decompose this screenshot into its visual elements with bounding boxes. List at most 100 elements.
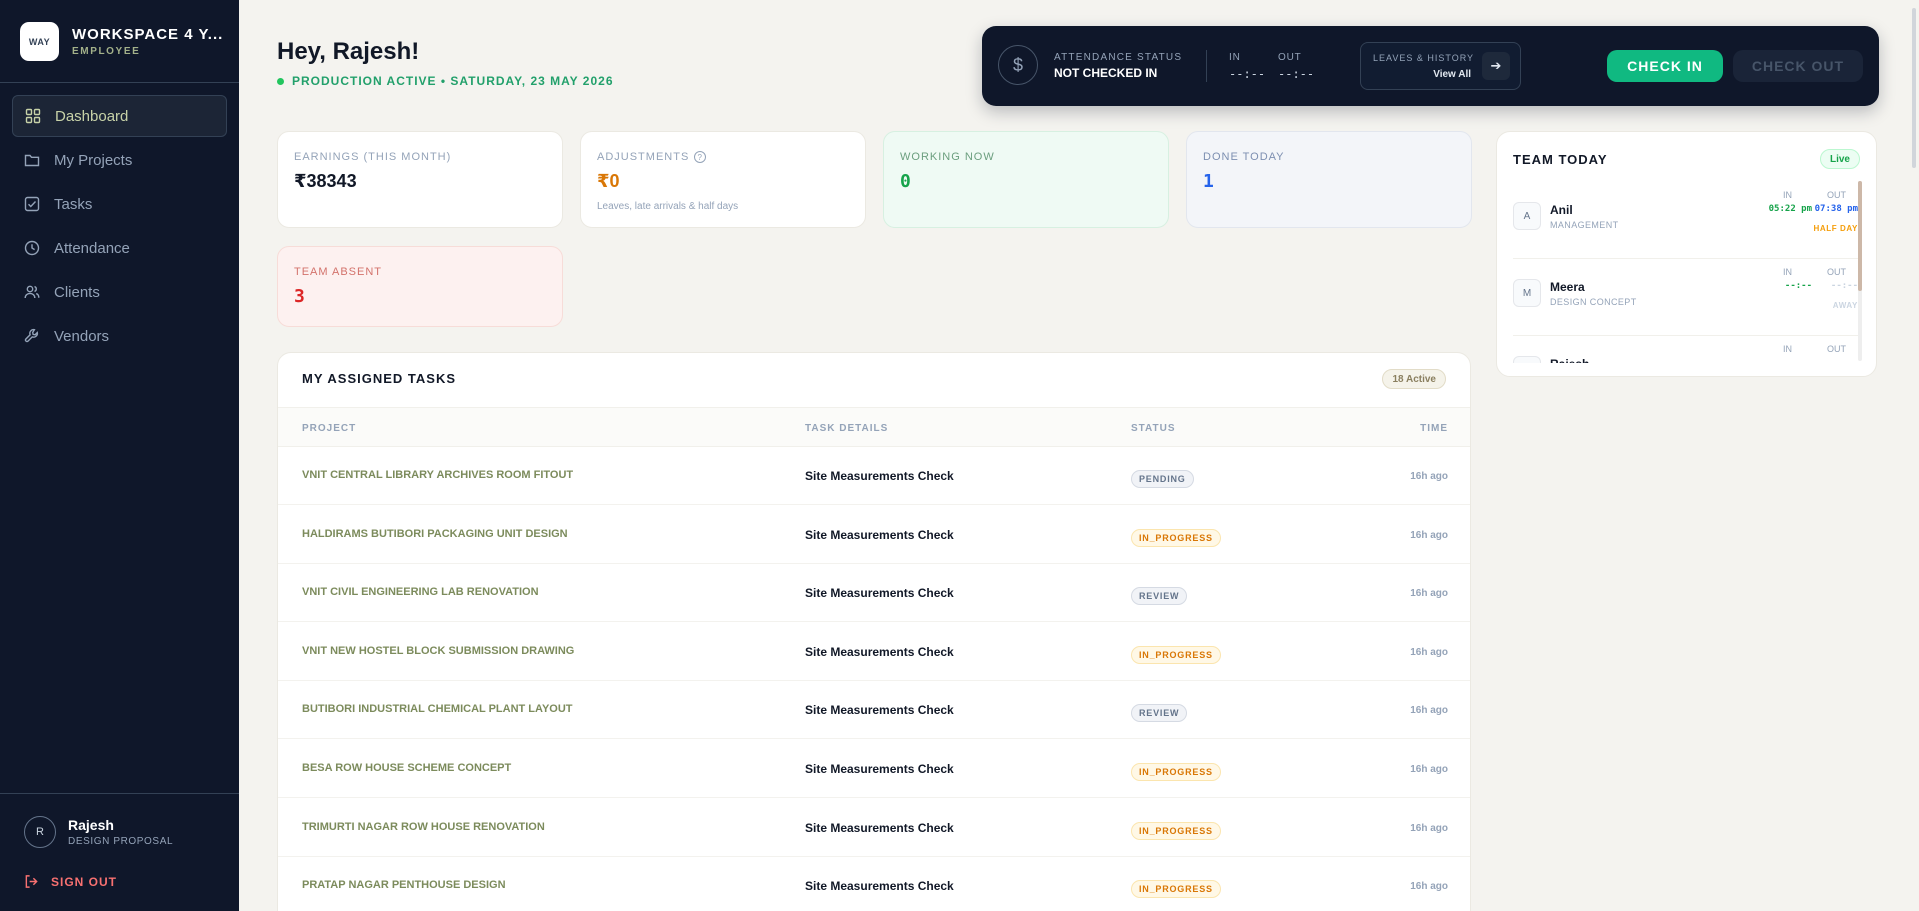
logout-icon [24,874,39,889]
member-department: DESIGN CONCEPT [1550,297,1637,307]
attendance-bar: $ ATTENDANCE STATUS NOT CHECKED IN IN --… [982,26,1879,106]
task-project[interactable]: BUTIBORI INDUSTRIAL CHEMICAL PLANT LAYOU… [302,703,573,715]
task-project[interactable]: TRIMURTI NAGAR ROW HOUSE RENOVATION [302,821,545,833]
done-today-label: DONE TODAY [1203,151,1285,163]
member-out-time: 07:38 pm [1814,204,1858,214]
table-row[interactable]: TRIMURTI NAGAR ROW HOUSE RENOVATION Site … [278,799,1470,857]
status-badge: IN_PROGRESS [1131,763,1221,781]
table-row[interactable]: VNIT CIVIL ENGINEERING LAB RENOVATION Sit… [278,564,1470,623]
sidebar-item-tasks[interactable]: Tasks [12,183,227,225]
earnings-card: EARNINGS (THIS MONTH) ₹38343 [277,131,563,228]
task-time: 16h ago [1410,705,1448,717]
status-badge: IN_PROGRESS [1131,821,1221,840]
sidebar-item-label: Attendance [54,239,130,257]
avatar: A [1513,202,1541,230]
column-task-details: TASK DETAILS [805,423,889,434]
status-badge: IN_PROGRESS [1131,880,1221,899]
grid-icon [25,108,41,124]
team-scrollbar-thumb[interactable] [1858,181,1862,291]
task-project[interactable]: VNIT NEW HOSTEL BLOCK SUBMISSION DRAWING [302,645,574,657]
assigned-tasks-panel: MY ASSIGNED TASKS 18 Active PROJECT TASK… [277,352,1471,911]
out-label: OUT [1278,52,1302,63]
adjustments-label: ADJUSTMENTS [597,151,690,163]
live-badge: Live [1819,149,1860,169]
checkbox-icon [24,196,40,212]
sidebar-item-attendance[interactable]: Attendance [12,227,227,269]
task-project[interactable]: HALDIRAMS BUTIBORI PACKAGING UNIT DESIGN [302,528,568,540]
column-project: PROJECT [302,423,357,434]
task-details: Site Measurements Check [805,586,954,601]
task-project[interactable]: BESA ROW HOUSE SCHEME CONCEPT [302,762,511,774]
sidebar-item-clients[interactable]: Clients [12,271,227,313]
status-badge: REVIEW [1131,704,1188,723]
team-absent-card: TEAM ABSENT 3 [277,246,563,327]
sidebar-item-my-projects[interactable]: My Projects [12,139,227,181]
table-row[interactable]: BESA ROW HOUSE SCHEME CONCEPT Site Measur… [278,740,1470,798]
sidebar-divider [0,82,239,83]
check-out-button[interactable]: CHECK OUT [1733,50,1863,82]
task-details: Site Measurements Check [805,644,954,659]
task-details: Site Measurements Check [805,762,954,776]
sign-out-label: SIGN OUT [51,874,118,889]
sidebar-nav: Dashboard My Projects Tasks Attendance C… [12,95,227,359]
table-row[interactable]: PRATAP NAGAR PENTHOUSE DESIGN Site Measur… [278,857,1470,911]
team-today-title: TEAM TODAY [1513,152,1608,167]
status-badge: IN_PROGRESS [1131,645,1221,664]
avatar: R [24,816,56,848]
member-out-label: OUT [1827,190,1846,200]
brand-logo: WAY [20,22,59,61]
task-time: 16h ago [1410,588,1448,600]
team-member[interactable]: Rajesh IN OUT [1513,336,1858,363]
team-member-list[interactable]: A Anil MANAGEMENT IN OUT 05:22 pm 07:38 pm HALF… [1513,182,1858,363]
member-name: Anil [1550,203,1573,217]
table-row[interactable]: VNIT NEW HOSTEL BLOCK SUBMISSION DRAWING… [278,623,1470,681]
table-header: PROJECT TASK DETAILS STATUS TIME [278,407,1470,447]
member-in-label: IN [1783,344,1792,354]
dollar-icon: $ [998,45,1038,85]
column-status: STATUS [1131,423,1176,434]
member-status-flag: AWAY [1832,301,1858,310]
wrench-icon [24,328,40,344]
task-project[interactable]: VNIT CENTRAL LIBRARY ARCHIVES ROOM FITOU… [302,469,573,481]
task-details: Site Measurements Check [805,703,954,718]
task-project[interactable]: PRATAP NAGAR PENTHOUSE DESIGN [302,879,506,891]
done-today-value: 1 [1203,171,1214,192]
sign-out-button[interactable]: SIGN OUT [24,874,117,889]
team-scrollbar[interactable] [1858,181,1862,361]
working-now-card: WORKING NOW 0 [883,131,1169,228]
leaves-history-button[interactable]: LEAVES & HISTORY View All ➔ [1360,42,1521,90]
table-row[interactable]: VNIT CENTRAL LIBRARY ARCHIVES ROOM FITOU… [278,447,1470,505]
task-project[interactable]: VNIT CIVIL ENGINEERING LAB RENOVATION [302,586,539,598]
page-scrollbar[interactable] [1912,8,1916,168]
user-role: DESIGN PROPOSAL [68,836,174,847]
clock-icon [24,240,40,256]
help-icon[interactable]: ? [694,151,707,163]
avatar: M [1513,279,1541,307]
status-badge: IN_PROGRESS [1131,528,1221,547]
earnings-label: EARNINGS (THIS MONTH) [294,151,452,163]
in-time: --:-- [1229,67,1266,81]
team-member[interactable]: A Anil MANAGEMENT IN OUT 05:22 pm 07:38 pm HALF… [1513,182,1858,259]
sidebar-item-vendors[interactable]: Vendors [12,315,227,357]
task-details: Site Measurements Check [805,469,954,483]
member-out-label: OUT [1827,344,1846,354]
member-in-time: --:-- [1784,281,1812,291]
avatar [1513,356,1541,363]
production-status-text: PRODUCTION ACTIVE • SATURDAY, 23 MAY 202… [292,74,614,88]
sidebar-item-dashboard[interactable]: Dashboard [12,95,227,137]
table-row[interactable]: BUTIBORI INDUSTRIAL CHEMICAL PLANT LAYOU… [278,681,1470,740]
adjustments-card: ADJUSTMENTS ? ₹0 Leaves, late arrivals &… [580,131,866,228]
task-time: 16h ago [1410,646,1448,658]
brand[interactable]: WAY WORKSPACE 4 Y... EMPLOYEE [20,22,223,61]
check-in-button[interactable]: CHECK IN [1607,50,1723,82]
team-member[interactable]: M Meera DESIGN CONCEPT IN OUT --:-- --:-- AWAY [1513,259,1858,336]
member-out-time: --:-- [1830,281,1858,291]
table-row[interactable]: HALDIRAMS BUTIBORI PACKAGING UNIT DESIGN… [278,506,1470,564]
tasks-title: MY ASSIGNED TASKS [302,371,457,386]
member-out-label: OUT [1827,267,1846,277]
status-dot-icon [277,77,284,85]
attendance-status-value: NOT CHECKED IN [1054,66,1158,80]
status-badge: REVIEW [1131,587,1188,606]
attendance-divider [1206,50,1207,82]
user-profile[interactable]: R Rajesh DESIGN PROPOSAL [24,816,173,848]
